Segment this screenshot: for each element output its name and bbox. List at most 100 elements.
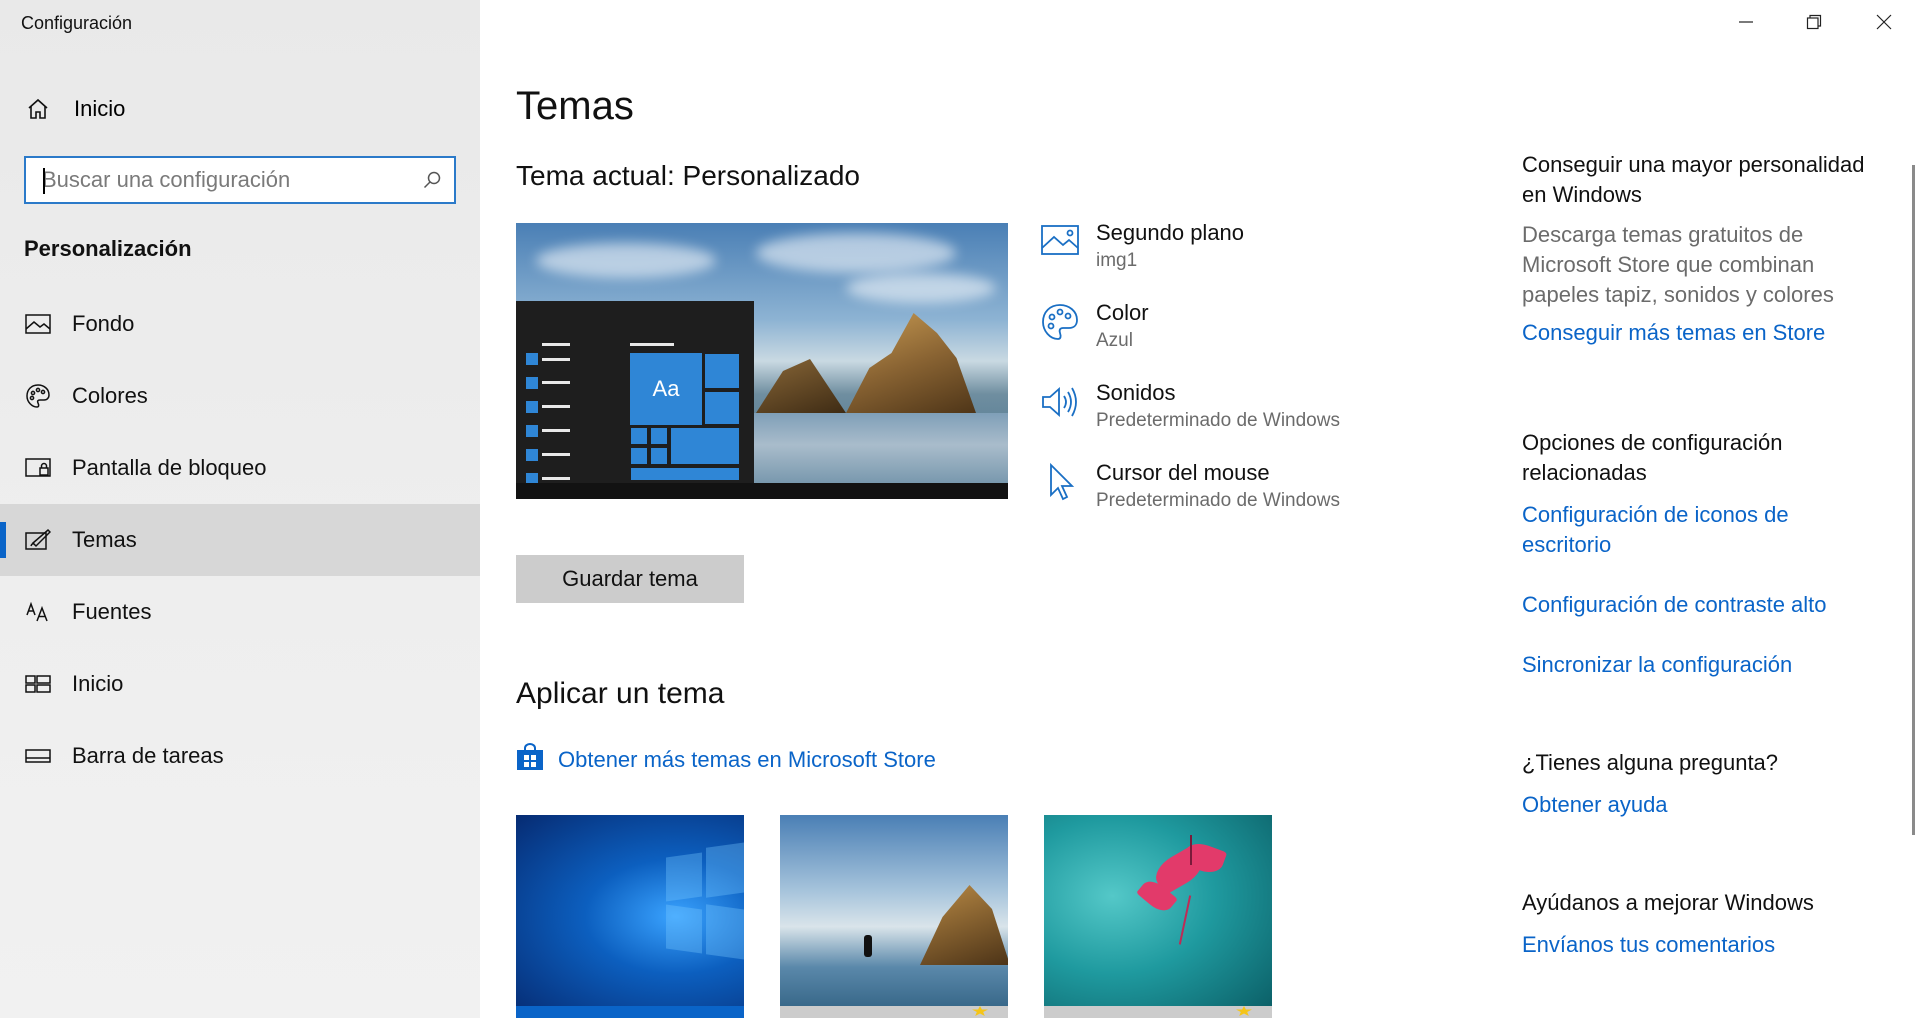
window-pane [666, 904, 702, 954]
preview-taskbar [516, 483, 1008, 499]
preview-water [746, 413, 1008, 493]
thumb-runner [864, 935, 872, 957]
current-theme-label: Tema actual: Personalizado [516, 160, 860, 191]
preview-tile [704, 391, 740, 425]
prop-value: Predeterminado de Windows [1096, 490, 1340, 511]
sidebar-item-inicio[interactable]: Inicio [0, 648, 480, 720]
desktop-icons-settings-link[interactable]: Configuración de iconos de escritorio [1522, 500, 1882, 560]
sm-icon [526, 425, 538, 437]
prop-color[interactable]: Color Azul [1040, 298, 1420, 378]
text-caret [43, 168, 45, 194]
sm-icon [526, 353, 538, 365]
high-contrast-settings-link[interactable]: Configuración de contraste alto [1522, 590, 1882, 620]
sidebar: Configuración Inicio Personalización Fon… [0, 0, 480, 1018]
prop-background[interactable]: Segundo plano img1 [1040, 218, 1420, 298]
sidebar-item-label: Fuentes [72, 599, 152, 624]
preview-tile [650, 447, 668, 465]
sm-line [542, 429, 570, 432]
sm-line [542, 343, 570, 346]
sm-line [630, 343, 674, 346]
sync-settings-link[interactable]: Sincronizar la configuración [1522, 650, 1882, 680]
window-pane [706, 904, 744, 960]
improve-windows-heading: Ayúdanos a mejorar Windows [1522, 890, 1814, 915]
close-icon [1876, 14, 1892, 35]
theme-properties: Segundo plano img1 Color Azul Sonidos Pr… [1040, 218, 1420, 538]
sidebar-item-barra-de-tareas[interactable]: Barra de tareas [0, 720, 480, 792]
more-personality-desc: Descarga temas gratuitos de Microsoft St… [1522, 222, 1834, 307]
sidebar-item-label: Barra de tareas [72, 743, 224, 768]
scrollbar[interactable] [1912, 165, 1915, 835]
minimize-button[interactable] [1712, 0, 1780, 48]
restore-button[interactable] [1780, 0, 1848, 48]
picture-icon [1040, 222, 1080, 262]
close-button[interactable] [1850, 0, 1918, 48]
feedback-link[interactable]: Envíanos tus comentarios [1522, 930, 1882, 960]
sidebar-item-label: Colores [72, 383, 148, 408]
sm-icon [526, 449, 538, 461]
sm-line [542, 477, 570, 480]
taskbar-icon [24, 742, 52, 770]
preview-tile [630, 467, 740, 481]
preview-rock-arch [846, 313, 976, 413]
related-settings-heading: Opciones de configuración relacionadas [1522, 430, 1783, 485]
store-link-label: Obtener más temas en Microsoft Store [558, 747, 936, 772]
window-pane [706, 842, 744, 898]
sidebar-item-label: Temas [72, 527, 137, 552]
prop-cursor[interactable]: Cursor del mouse Predeterminado de Windo… [1040, 458, 1420, 538]
sidebar-item-colores[interactable]: Colores [0, 360, 480, 432]
sidebar-item-fuentes[interactable]: Fuentes [0, 576, 480, 648]
sm-line [542, 358, 570, 361]
prop-title: Color [1096, 300, 1149, 325]
preview-tile [704, 353, 740, 389]
section-title: Personalización [24, 236, 192, 261]
flower-stem [1190, 835, 1192, 865]
preview-tile [630, 427, 648, 445]
search-box[interactable] [24, 156, 456, 204]
start-layout-icon [24, 670, 52, 698]
sidebar-item-fondo[interactable]: Fondo [0, 288, 480, 360]
prop-title: Sonidos [1096, 380, 1176, 405]
theme-thumbnail-flower[interactable] [1044, 815, 1272, 1018]
related-panel: Conseguir una mayor personalidad en Wind… [1522, 150, 1882, 960]
sidebar-item-label: Inicio [72, 671, 124, 696]
sidebar-nav: Fondo Colores Pantalla de bloqueo Temas … [0, 288, 480, 792]
preview-rock [756, 359, 846, 413]
cursor-icon [1040, 462, 1080, 502]
theme-thumbnail-windows[interactable] [516, 815, 744, 1018]
search-icon[interactable] [422, 170, 442, 195]
sm-line [542, 381, 570, 384]
sidebar-item-home[interactable]: Inicio [0, 84, 480, 134]
preview-tile [630, 447, 648, 465]
sidebar-item-pantalla-de-bloqueo[interactable]: Pantalla de bloqueo [0, 432, 480, 504]
selected-bar [516, 1006, 744, 1018]
sidebar-item-temas[interactable]: Temas [0, 504, 480, 576]
cloud [536, 243, 716, 278]
cloud [756, 233, 956, 273]
thumb-bar [780, 1006, 1008, 1018]
prop-value: Predeterminado de Windows [1096, 410, 1340, 431]
themes-brush-icon [24, 526, 52, 554]
question-heading: ¿Tienes alguna pregunta? [1522, 750, 1779, 775]
store-bag-icon [516, 743, 544, 777]
prop-title: Segundo plano [1096, 220, 1245, 245]
restore-icon [1806, 14, 1822, 35]
prop-sounds[interactable]: Sonidos Predeterminado de Windows [1040, 378, 1420, 458]
sidebar-item-label: Fondo [72, 311, 135, 336]
save-theme-button[interactable]: Guardar tema [516, 555, 744, 603]
search-input[interactable] [26, 167, 406, 193]
speaker-icon [1040, 382, 1080, 422]
sm-line [542, 453, 570, 456]
home-icon [24, 95, 52, 123]
theme-thumbnail-beach[interactable] [780, 815, 1008, 1018]
get-help-link[interactable]: Obtener ayuda [1522, 790, 1882, 820]
lock-screen-icon [24, 454, 52, 482]
sidebar-item-label: Pantalla de bloqueo [72, 455, 267, 480]
more-personality-heading: Conseguir una mayor personalidad en Wind… [1522, 152, 1865, 207]
sm-icon [526, 377, 538, 389]
flower-stamen [1178, 895, 1192, 945]
sm-line [542, 405, 570, 408]
store-themes-link[interactable]: Obtener más temas en Microsoft Store [516, 743, 936, 777]
get-more-themes-link[interactable]: Conseguir más temas en Store [1522, 318, 1882, 348]
font-icon [24, 598, 52, 626]
sm-icon [526, 401, 538, 413]
